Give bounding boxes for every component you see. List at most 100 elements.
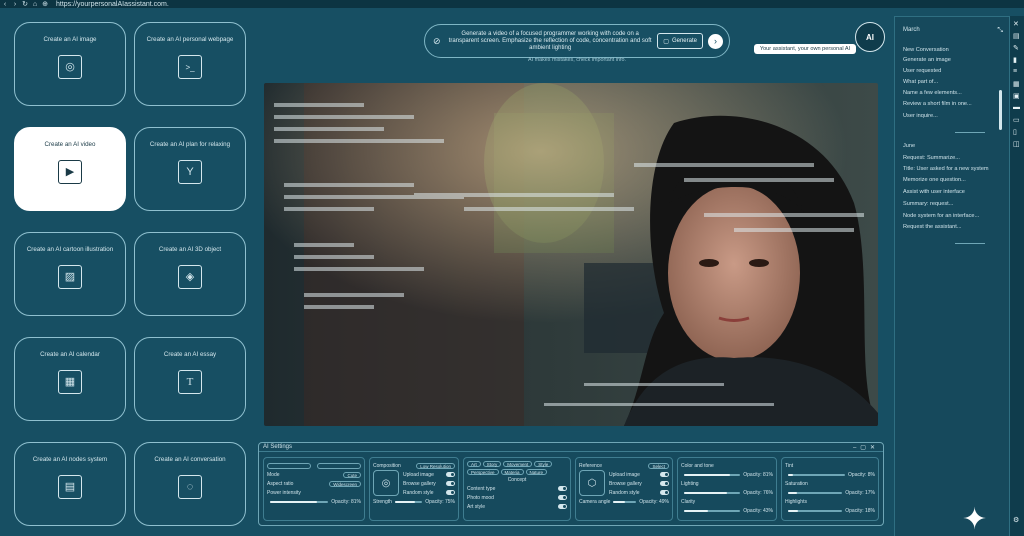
tag-art[interactable]: Art (467, 461, 481, 467)
clarity-slider[interactable] (684, 509, 741, 512)
tile-create-video[interactable]: Create an AI video ▶ (14, 127, 126, 211)
nodes-icon: ▤ (58, 475, 82, 499)
history-item[interactable]: Request: Summarize... (903, 155, 960, 161)
tile-create-webpage[interactable]: Create an AI personal webpage >_ (134, 22, 246, 106)
prompt-input[interactable]: Generate a video of a focused programmer… (443, 31, 657, 52)
photo-mood-toggle[interactable] (558, 495, 567, 500)
tag-style[interactable]: Style (534, 461, 553, 467)
tile-create-image[interactable]: Create an AI image ◎ (14, 22, 126, 106)
text-icon: T (178, 370, 202, 394)
strength-slider[interactable] (394, 500, 423, 503)
tile-create-relax-plan[interactable]: Create an AI plan for relaxing Y (134, 127, 246, 211)
camera-slider[interactable] (613, 500, 637, 503)
intensity-slider[interactable] (270, 500, 329, 503)
art-style-toggle[interactable] (558, 504, 567, 509)
close-icon[interactable]: ✕ (1013, 20, 1021, 28)
strength-value: Opacity: 75% (425, 498, 455, 505)
concept-heading-row: Concept (467, 475, 567, 484)
reference-thumbnail-icon[interactable]: ⬡ (579, 470, 605, 496)
tag-materia[interactable]: Materia (500, 469, 524, 475)
tile-create-nodes-system[interactable]: Create an AI nodes system ▤ (14, 442, 126, 526)
reference-browse-toggle[interactable] (660, 481, 669, 486)
tag-story[interactable]: Story (482, 461, 502, 467)
composition-thumbnail-icon[interactable]: ◎ (373, 470, 399, 496)
collapse-icon[interactable]: ⤡ (997, 27, 1003, 35)
history-month-march: March (903, 27, 920, 33)
tile-create-cartoon[interactable]: Create an AI cartoon illustration ▨ (14, 232, 126, 316)
copy-icon[interactable]: ▭ (1013, 116, 1021, 124)
settings-group-tone: Color and tone Opacity: 81% Lighting Opa… (677, 457, 777, 521)
preset-field[interactable] (317, 462, 361, 469)
site-info-icon[interactable]: ⊕ (40, 0, 50, 8)
settings-gear-icon[interactable]: ⚙ (1013, 516, 1021, 524)
reference-upload-toggle[interactable] (660, 472, 669, 477)
assistant-logo[interactable]: AI (855, 22, 885, 52)
color-tone-value: Opacity: 81% (743, 471, 773, 478)
attach-icon[interactable]: ⊘ (433, 36, 443, 47)
generated-video-preview[interactable] (264, 83, 878, 426)
bookmark-icon[interactable]: ▮ (1013, 56, 1021, 64)
lighting-slider[interactable] (684, 491, 741, 494)
prompt-bar[interactable]: ⊘ Generate a video of a focused programm… (424, 24, 730, 58)
share-icon[interactable]: ◫ (1013, 140, 1021, 148)
tag-movement[interactable]: Movement (503, 461, 533, 467)
history-item[interactable]: What part of... (903, 79, 938, 85)
tile-label: Create an AI image (43, 36, 97, 43)
folder-icon[interactable]: ▬ (1013, 104, 1021, 111)
saturation-slider[interactable] (788, 491, 843, 494)
send-arrow-icon[interactable]: › (708, 33, 723, 49)
tint-slider[interactable] (788, 473, 846, 476)
tile-create-essay[interactable]: Create an AI essay T (134, 337, 246, 421)
list-icon[interactable]: ≡ (1013, 68, 1021, 75)
image-icon[interactable]: ▣ (1013, 92, 1021, 100)
photo-mood-label: Photo mood (467, 494, 494, 501)
color-tone-label-row: Color and tone (681, 461, 773, 470)
address-bar[interactable]: https://yourpersonalAIassistant.com. (56, 1, 169, 8)
history-item[interactable]: Generate an image (903, 57, 951, 63)
reference-random-toggle[interactable] (660, 490, 669, 495)
back-icon[interactable]: ‹ (0, 1, 10, 8)
composition-select[interactable]: Low Resolution (416, 462, 455, 469)
history-item[interactable]: Summary: request... (903, 201, 953, 207)
highlights-slider[interactable] (788, 509, 843, 512)
content-type-toggle[interactable] (558, 486, 567, 491)
history-item[interactable]: User inquire... (903, 113, 938, 119)
settings-group-mode: Mode Cute Aspect ratio Widescreen Power … (263, 457, 365, 521)
history-item[interactable]: Request the assistant... (903, 224, 961, 230)
history-item[interactable]: Title: User asked for a new system (903, 166, 989, 172)
reference-select[interactable]: Select (648, 462, 669, 469)
reload-icon[interactable]: ↻ (20, 0, 30, 8)
browse-gallery-toggle[interactable] (446, 481, 455, 486)
history-item[interactable]: Assist with user interface (903, 189, 965, 195)
generate-button[interactable]: ▢ Generate (657, 33, 703, 49)
tile-create-3d-object[interactable]: Create an AI 3D object ◈ (134, 232, 246, 316)
tile-create-calendar[interactable]: Create an AI calendar ▦ (14, 337, 126, 421)
history-item[interactable]: New Conversation (903, 47, 949, 53)
history-item[interactable]: User requested (903, 68, 941, 74)
clarity-label-row: Clarity (681, 497, 773, 506)
mode-select[interactable]: Cute (343, 471, 361, 478)
forward-icon[interactable]: › (10, 1, 20, 8)
upload-image-toggle[interactable] (446, 472, 455, 477)
color-tone-slider[interactable] (684, 473, 741, 476)
edit-icon[interactable]: ✎ (1013, 44, 1021, 52)
random-style-toggle[interactable] (446, 490, 455, 495)
history-item[interactable]: Review a short film in one... (903, 101, 972, 107)
aspect-select[interactable]: Widescreen (329, 480, 361, 487)
window-controls-icon[interactable]: –▢✕ (853, 444, 879, 451)
home-icon[interactable]: ⌂ (30, 1, 40, 8)
search-field[interactable] (267, 462, 311, 469)
tag-nature[interactable]: Nature (525, 469, 548, 475)
tile-create-conversation[interactable]: Create an AI conversation ◌ (134, 442, 246, 526)
grid-icon[interactable]: ▦ (1013, 80, 1021, 88)
history-scrollbar[interactable] (999, 90, 1002, 130)
trash-icon[interactable]: ▯ (1013, 128, 1021, 136)
tag-perspective[interactable]: Perspective (467, 469, 499, 475)
clarity-slider-row: Opacity: 43% (681, 506, 773, 515)
intensity-label-row: Power intensity (267, 488, 361, 497)
history-item[interactable]: Node system for an interface... (903, 213, 979, 219)
layers-icon[interactable]: ▤ (1013, 32, 1021, 40)
history-item[interactable]: Memorize one question... (903, 177, 966, 183)
clarity-label: Clarity (681, 498, 696, 505)
history-item[interactable]: Name a few elements... (903, 90, 962, 96)
